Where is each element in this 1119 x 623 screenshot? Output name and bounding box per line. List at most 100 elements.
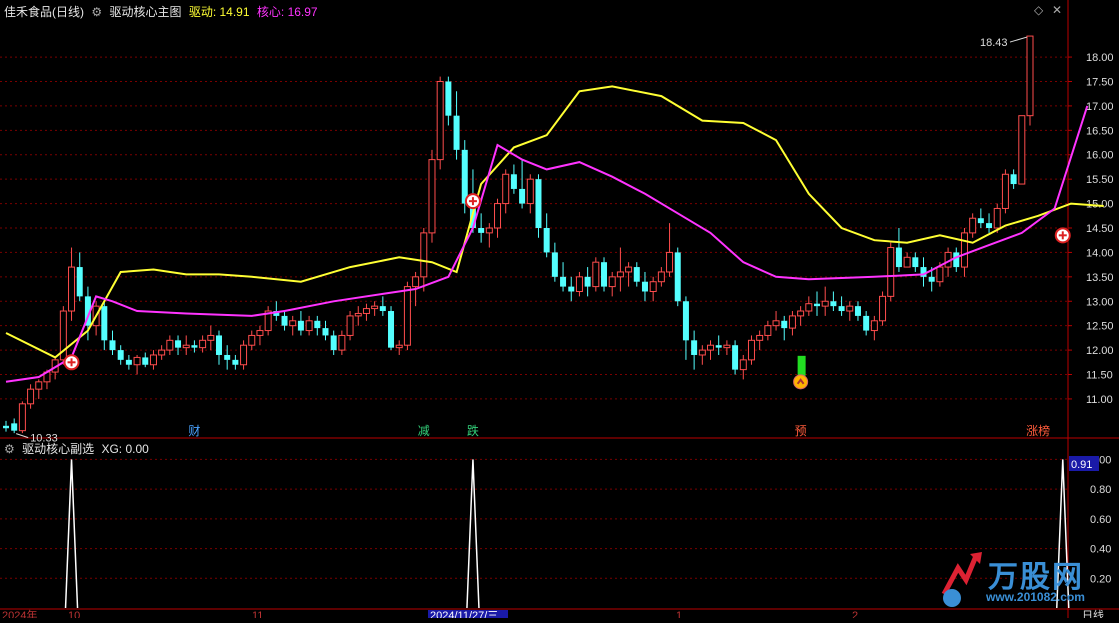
candle-body [797,310,805,317]
xg-label: XG: [101,442,123,456]
candle-body [101,306,108,341]
candle-body [592,261,600,288]
candle-body [543,228,550,253]
candle-body [388,311,395,348]
candle-body [27,388,35,405]
candle-body [781,320,788,329]
candle-body [657,271,665,283]
diamond-icon[interactable]: ◇ [1034,3,1043,17]
candle-body [11,423,18,431]
candle-body [584,276,591,287]
candle-body [560,276,567,287]
candle-body [109,340,116,351]
settings-icon[interactable]: ⚙ [91,5,102,19]
y-tick-label: 18.00 [1086,52,1114,64]
time-axis-label: 10 [68,610,80,618]
candle-body [805,303,813,312]
candle-body [510,174,517,189]
candle-body [747,339,755,361]
candle-body [682,301,689,341]
sub-y-tick-label: 0.80 [1090,484,1111,496]
candle-body [764,325,772,336]
candle-body [314,320,321,329]
candle-body [68,266,76,312]
candle-body [821,300,829,307]
candle-body [125,359,132,365]
candle-body [887,247,895,297]
candle-body [535,179,542,228]
candle-body [485,227,493,234]
y-tick-label: 15.50 [1086,174,1114,186]
high-price-arrow [1009,36,1028,43]
candle-body [674,252,681,302]
candle-body [191,345,198,348]
candle-body [969,217,977,234]
candle-body [928,276,935,282]
high-price-label: 18.43 [980,37,1008,49]
y-tick-label: 13.50 [1086,272,1114,284]
candle-body [633,267,640,282]
drive-value: 14.91 [219,5,250,19]
close-icon[interactable]: ✕ [1052,3,1062,17]
candle-body [526,178,534,205]
candle-body [224,354,231,360]
stock-chart[interactable]: 11.00 11.50 12.00 12.50 13.00 13.50 14.00 14.50… [0,0,1119,622]
y-tick-label: 17.00 [1086,101,1114,113]
candle-body [519,188,526,204]
candle-body [960,232,968,268]
candle-body [895,247,902,268]
candle-body [715,345,722,348]
candle-body [182,344,190,349]
candle-body [166,339,174,351]
candle-body [175,340,182,348]
event-marker[interactable]: 跌 [467,423,479,438]
cursor-value: 0.91 [1071,459,1092,471]
y-tick-label: 14.00 [1086,247,1114,259]
settings-icon[interactable]: ⚙ [4,442,15,456]
candle-body [608,276,616,288]
candle-body [551,252,558,277]
candle-body [289,320,297,327]
candle-body [142,357,149,365]
candle-body [18,403,26,432]
stock-name[interactable]: 佳禾食品(日线) [4,5,84,19]
chart-stage: 11.00 11.50 12.00 12.50 13.00 13.50 14.00 14.50… [0,0,1119,622]
candle-body [215,335,222,355]
candle-body [133,356,141,366]
candle-body [691,340,698,355]
candle-body [936,266,944,283]
candle-body [494,203,502,229]
rise-signal-icon[interactable] [793,374,809,390]
candle-body [863,315,870,331]
candle-body [788,315,796,329]
candle-body [240,344,248,366]
candle-body [297,320,304,331]
event-marker[interactable]: 涨榜 [1026,423,1050,438]
candle-body [35,381,43,390]
y-tick-label: 16.50 [1086,125,1114,137]
sub-indicator-name[interactable]: 驱动核心副选 [22,442,94,456]
main-indicator-name[interactable]: 驱动核心主图 [109,5,181,19]
candle-body [362,308,370,314]
event-marker[interactable]: 减 [418,424,430,438]
candle-body [616,271,624,278]
candle-body [830,301,837,307]
candle-body [1018,115,1026,185]
event-marker[interactable]: 财 [188,424,200,438]
candle-body [575,276,583,292]
candle-body [772,320,780,327]
candle-body [649,281,657,292]
candle-body [641,281,648,292]
candle-body [428,159,436,234]
event-marker[interactable]: 预 [795,424,807,438]
candle-body [248,334,256,346]
candle-body [207,334,215,341]
candle-body [502,173,510,205]
candle-body [149,354,157,366]
candle-body [723,344,731,349]
candle-body [912,257,919,268]
watermark-url: www.201082.com [986,590,1085,604]
y-tick-label: 11.50 [1086,370,1113,382]
xg-spike [466,459,480,609]
candle-body [854,306,861,316]
